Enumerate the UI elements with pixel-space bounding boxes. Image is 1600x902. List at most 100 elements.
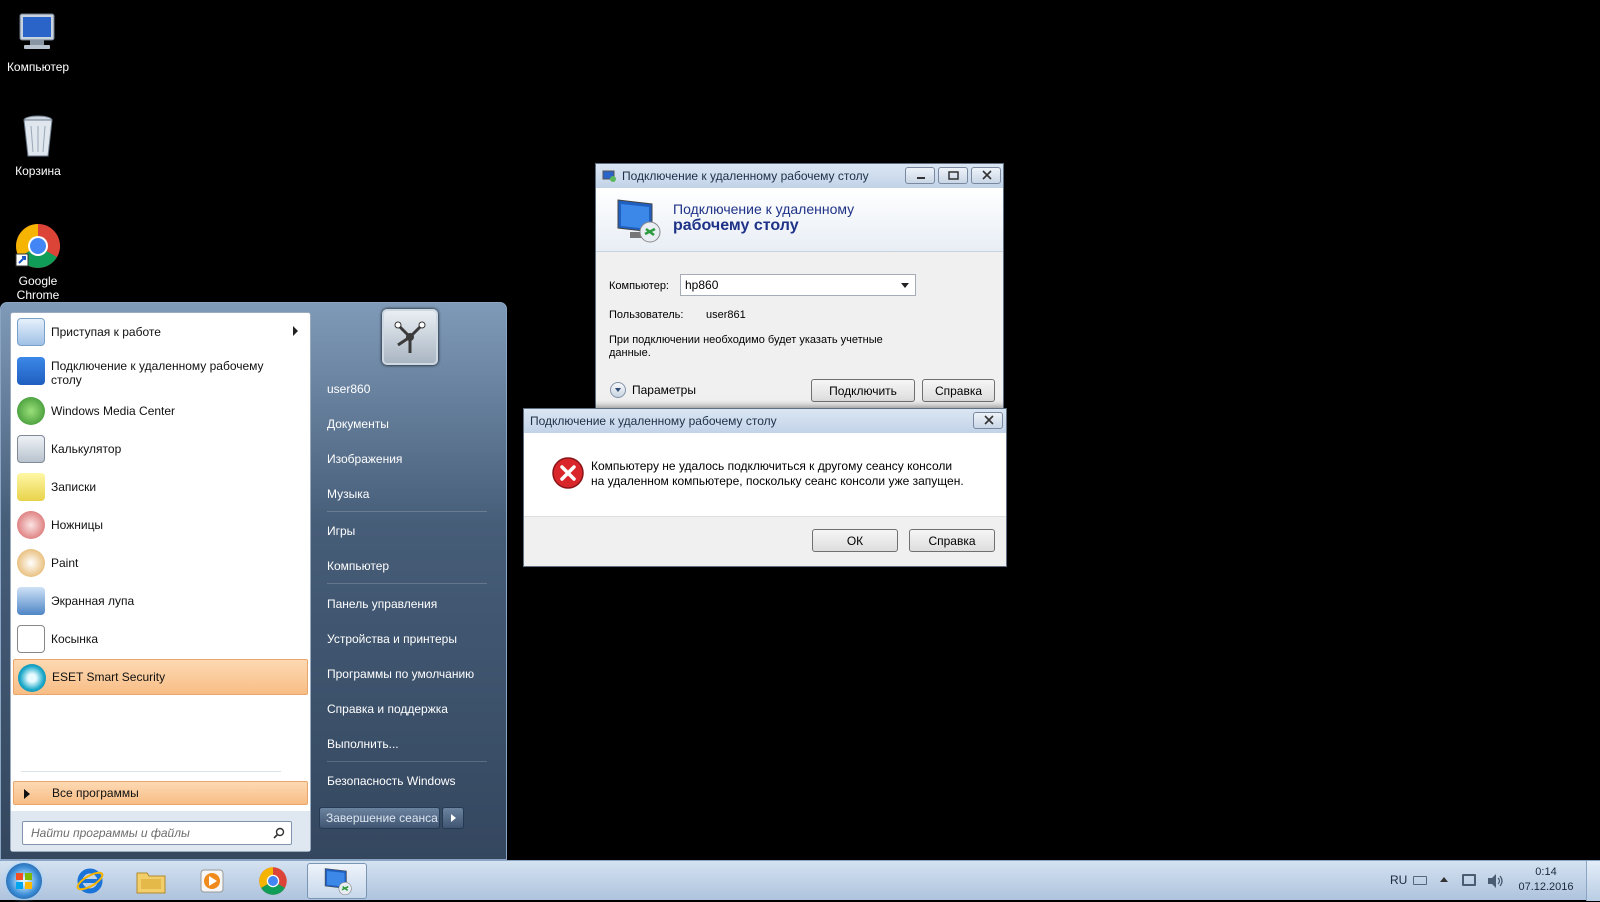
chrome-icon [259,867,287,895]
menu-item-pictures[interactable]: Изображения [327,452,402,466]
taskbar-chrome[interactable] [245,863,301,899]
user-field-label: Пользователь: [609,309,684,321]
menu-item-default-programs[interactable]: Программы по умолчанию [327,667,474,681]
sticky-notes-icon [17,473,45,501]
scissors-icon [17,511,45,539]
user-picture-icon [394,321,426,353]
rdp-help-button[interactable]: Справка [922,379,995,402]
media-player-icon [200,869,224,893]
close-icon [984,415,994,425]
logoff-button[interactable]: Завершение сеанса [319,807,440,829]
clock[interactable]: 0:14 07.12.2016 [1510,865,1582,895]
keyboard-icon[interactable] [1413,876,1427,885]
menu-item-computer[interactable]: Компьютер [327,559,389,573]
close-icon [982,170,992,180]
close-button[interactable] [971,167,1001,184]
desktop-icon-label: Компьютер [6,60,70,74]
error-icon [551,456,585,490]
folder-icon [136,872,166,894]
program-sticky-notes[interactable]: Записки [13,469,308,505]
menu-item-devices-printers[interactable]: Устройства и принтеры [327,632,457,646]
rdp-header-title: Подключение к удаленному рабочему столу [673,201,855,234]
network-icon[interactable] [1462,874,1476,886]
maximize-icon [948,171,959,180]
internet-explorer-icon [76,868,104,894]
user-field-value: user861 [706,309,746,321]
submenu-arrow-icon [293,326,298,336]
taskbar-media-player[interactable] [184,863,240,899]
menu-item-help-support[interactable]: Справка и поддержка [327,702,448,716]
calculator-icon [17,435,45,463]
menu-separator [327,583,487,584]
program-eset-smart-security[interactable]: ESET Smart Security [13,659,308,695]
language-indicator[interactable]: RU [1390,873,1407,887]
clock-date: 07.12.2016 [1518,881,1574,893]
desktop-icon-label: Корзина [15,164,61,178]
rdp-small-icon [602,170,616,182]
getting-started-icon [17,318,45,346]
program-remote-desktop[interactable]: Подключение к удаленному рабочему столу [13,353,308,393]
error-button-bar: ОК Справка [524,516,1006,566]
error-help-button[interactable]: Справка [909,529,995,552]
minimize-button[interactable] [905,167,935,184]
error-titlebar: Подключение к удаленному рабочему столу [524,409,1006,433]
computer-combobox[interactable]: hp860 [680,274,916,296]
desktop-icon-google-chrome[interactable]: Google Chrome [0,222,76,302]
chevron-down-icon[interactable] [901,283,909,288]
program-solitaire[interactable]: Косынка [13,621,308,657]
menu-separator [327,511,487,512]
params-toggle[interactable]: Параметры [610,382,696,398]
desktop-icon-computer[interactable]: Компьютер [0,8,76,74]
rdp-header: Подключение к удаленному рабочему столу [596,188,1003,252]
volume-icon[interactable] [1486,873,1504,892]
menu-separator [327,761,487,762]
ok-button[interactable]: ОК [812,529,898,552]
remote-desktop-icon [324,868,352,896]
start-menu-programs-panel: Приступая к работе Подключение к удаленн… [10,312,311,852]
error-close-button[interactable] [973,412,1003,429]
shutdown-options-button[interactable] [442,807,464,829]
start-menu: Приступая к работе Подключение к удаленн… [0,302,507,860]
all-programs-button[interactable]: Все программы [13,781,308,805]
programs-separator [21,771,281,772]
cards-icon [17,625,45,653]
error-dialog: Подключение к удаленному рабочему столу … [523,408,1007,567]
computer-icon [14,8,62,56]
program-windows-media-center[interactable]: Windows Media Center [13,393,308,429]
taskbar-remote-desktop[interactable] [307,863,367,899]
remote-desktop-icon [17,357,45,385]
program-paint[interactable]: Paint [13,545,308,581]
rdp-window: Подключение к удаленному рабочему столу … [595,163,1004,410]
program-calculator[interactable]: Калькулятор [13,431,308,467]
magnifier-icon [17,587,45,615]
arrow-right-icon [24,789,30,799]
program-magnifier[interactable]: Экранная лупа [13,583,308,619]
desktop-icon-recycle-bin[interactable]: Корзина [0,112,76,178]
search-input[interactable]: Найти программы и файлы [22,821,292,845]
error-title: Подключение к удаленному рабочему столу [530,414,777,428]
taskbar-internet-explorer[interactable] [62,863,118,899]
program-getting-started[interactable]: Приступая к работе [13,314,308,350]
menu-item-run[interactable]: Выполнить... [327,737,399,751]
menu-item-games[interactable]: Игры [327,524,355,538]
rdp-titlebar: Подключение к удаленному рабочему столу [596,164,1003,188]
show-hidden-icons-icon[interactable] [1440,877,1448,882]
credentials-note: При подключении необходимо будет указать… [609,334,883,359]
rdp-title: Подключение к удаленному рабочему столу [622,169,869,183]
start-button[interactable] [6,863,42,899]
connect-button[interactable]: Подключить [811,379,915,402]
program-snipping-tool[interactable]: Ножницы [13,507,308,543]
menu-item-control-panel[interactable]: Панель управления [327,597,437,611]
maximize-button[interactable] [938,167,968,184]
media-center-icon [17,397,45,425]
taskbar-explorer[interactable] [123,863,179,899]
menu-item-windows-security[interactable]: Безопасность Windows [327,774,456,788]
menu-item-music[interactable]: Музыка [327,487,369,501]
show-desktop-button[interactable] [1586,861,1600,901]
user-avatar[interactable] [382,309,438,365]
menu-item-documents[interactable]: Документы [327,417,389,431]
minimize-icon [917,177,925,179]
menu-item-user[interactable]: user860 [327,382,370,396]
clock-time: 0:14 [1535,866,1557,878]
windows-logo-icon [16,873,32,889]
